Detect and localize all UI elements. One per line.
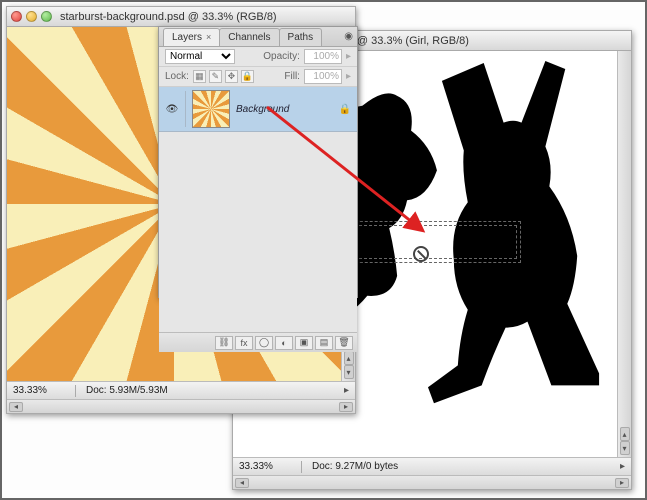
traffic-lights [11, 11, 52, 22]
statusbar-silhouettes: 33.33% Doc: 9.27M/0 bytes ▸ [233, 457, 631, 475]
visibility-icon[interactable]: 👁 [165, 104, 179, 115]
fill-field[interactable] [304, 69, 342, 84]
scroll-up-icon[interactable]: ▴ [620, 427, 630, 441]
tab-layers[interactable]: Layers × [163, 28, 220, 46]
tab-label: Channels [228, 32, 270, 43]
blend-mode-select[interactable]: Normal [165, 49, 235, 64]
layers-panel[interactable]: Layers × Channels Paths ◉ Normal Opacity:… [158, 26, 358, 298]
layer-name[interactable]: Background [236, 104, 289, 115]
flyout-icon[interactable]: ▸ [346, 51, 351, 62]
zoom-readout[interactable]: 33.33% [239, 461, 291, 472]
doc-info: Doc: 5.93M/5.93M [86, 385, 168, 396]
zoom-readout[interactable]: 33.33% [13, 385, 65, 396]
lock-transparency-icon[interactable]: ▦ [193, 70, 206, 83]
opacity-field[interactable] [304, 49, 342, 64]
layer-row-background[interactable]: 👁 Background 🔒 [159, 87, 357, 132]
adjustment-layer-icon[interactable]: ◐ [275, 336, 293, 350]
close-icon[interactable] [11, 11, 22, 22]
scroll-down-icon[interactable]: ▾ [620, 441, 630, 455]
lock-fill-row: Lock: ▦ ✎ ✥ 🔒 Fill: ▸ [159, 67, 357, 87]
cursor-not-allowed-icon [413, 246, 429, 262]
zoom-icon[interactable] [41, 11, 52, 22]
scroll-up-icon[interactable]: ▴ [344, 351, 354, 365]
group-icon[interactable]: ▣ [295, 336, 313, 350]
opacity-label: Opacity: [263, 51, 300, 62]
scrollbar-horizontal[interactable]: ◂ ▸ [233, 475, 631, 489]
layer-list-empty [159, 132, 357, 332]
new-layer-icon[interactable]: ▤ [315, 336, 333, 350]
doc-info: Doc: 9.27M/0 bytes [312, 461, 398, 472]
drag-marquee-inner [349, 225, 517, 259]
tab-paths[interactable]: Paths [279, 28, 323, 46]
layer-thumbnail[interactable] [192, 90, 230, 128]
lock-all-icon[interactable]: 🔒 [241, 70, 254, 83]
tab-label: Layers [172, 32, 202, 43]
titlebar-starburst[interactable]: starburst-background.psd @ 33.3% (RGB/8) [7, 7, 355, 27]
lock-label: Lock: [165, 71, 189, 82]
divider [301, 461, 302, 473]
scroll-right-icon[interactable]: ▸ [615, 478, 629, 488]
tab-label: Paths [288, 32, 314, 43]
minimize-icon[interactable] [26, 11, 37, 22]
lock-position-icon[interactable]: ✥ [225, 70, 238, 83]
statusbar-starburst: 33.33% Doc: 5.93M/5.93M ▸ [7, 381, 355, 399]
layer-fx-icon[interactable]: fx [235, 336, 253, 350]
blend-opacity-row: Normal Opacity: ▸ [159, 47, 357, 67]
flyout-icon[interactable]: ▸ [620, 461, 625, 472]
scroll-down-icon[interactable]: ▾ [344, 365, 354, 379]
close-icon[interactable]: × [206, 32, 211, 42]
panel-footer: ⛓ fx ◯ ◐ ▣ ▤ 🗑 [159, 332, 357, 352]
lock-icon[interactable]: 🔒 [339, 104, 351, 115]
window-title: starburst-background.psd @ 33.3% (RGB/8) [60, 11, 277, 23]
layer-list: 👁 Background 🔒 [159, 87, 357, 332]
scrollbar-vertical[interactable]: ▴ ▾ [617, 51, 631, 457]
fill-label: Fill: [284, 71, 300, 82]
flyout-icon[interactable]: ▸ [344, 385, 349, 396]
link-layers-icon[interactable]: ⛓ [215, 336, 233, 350]
divider [185, 91, 186, 127]
trash-icon[interactable]: 🗑 [335, 336, 353, 350]
layer-mask-icon[interactable]: ◯ [255, 336, 273, 350]
scroll-left-icon[interactable]: ◂ [235, 478, 249, 488]
divider [75, 385, 76, 397]
panel-menu-icon[interactable]: ◉ [344, 31, 353, 42]
flyout-icon[interactable]: ▸ [346, 71, 351, 82]
scrollbar-horizontal[interactable]: ◂ ▸ [7, 399, 355, 413]
lock-icons: ▦ ✎ ✥ 🔒 [193, 70, 254, 83]
scroll-left-icon[interactable]: ◂ [9, 402, 23, 412]
scroll-right-icon[interactable]: ▸ [339, 402, 353, 412]
lock-pixels-icon[interactable]: ✎ [209, 70, 222, 83]
panel-tabs: Layers × Channels Paths ◉ [159, 27, 357, 47]
tab-channels[interactable]: Channels [219, 28, 279, 46]
